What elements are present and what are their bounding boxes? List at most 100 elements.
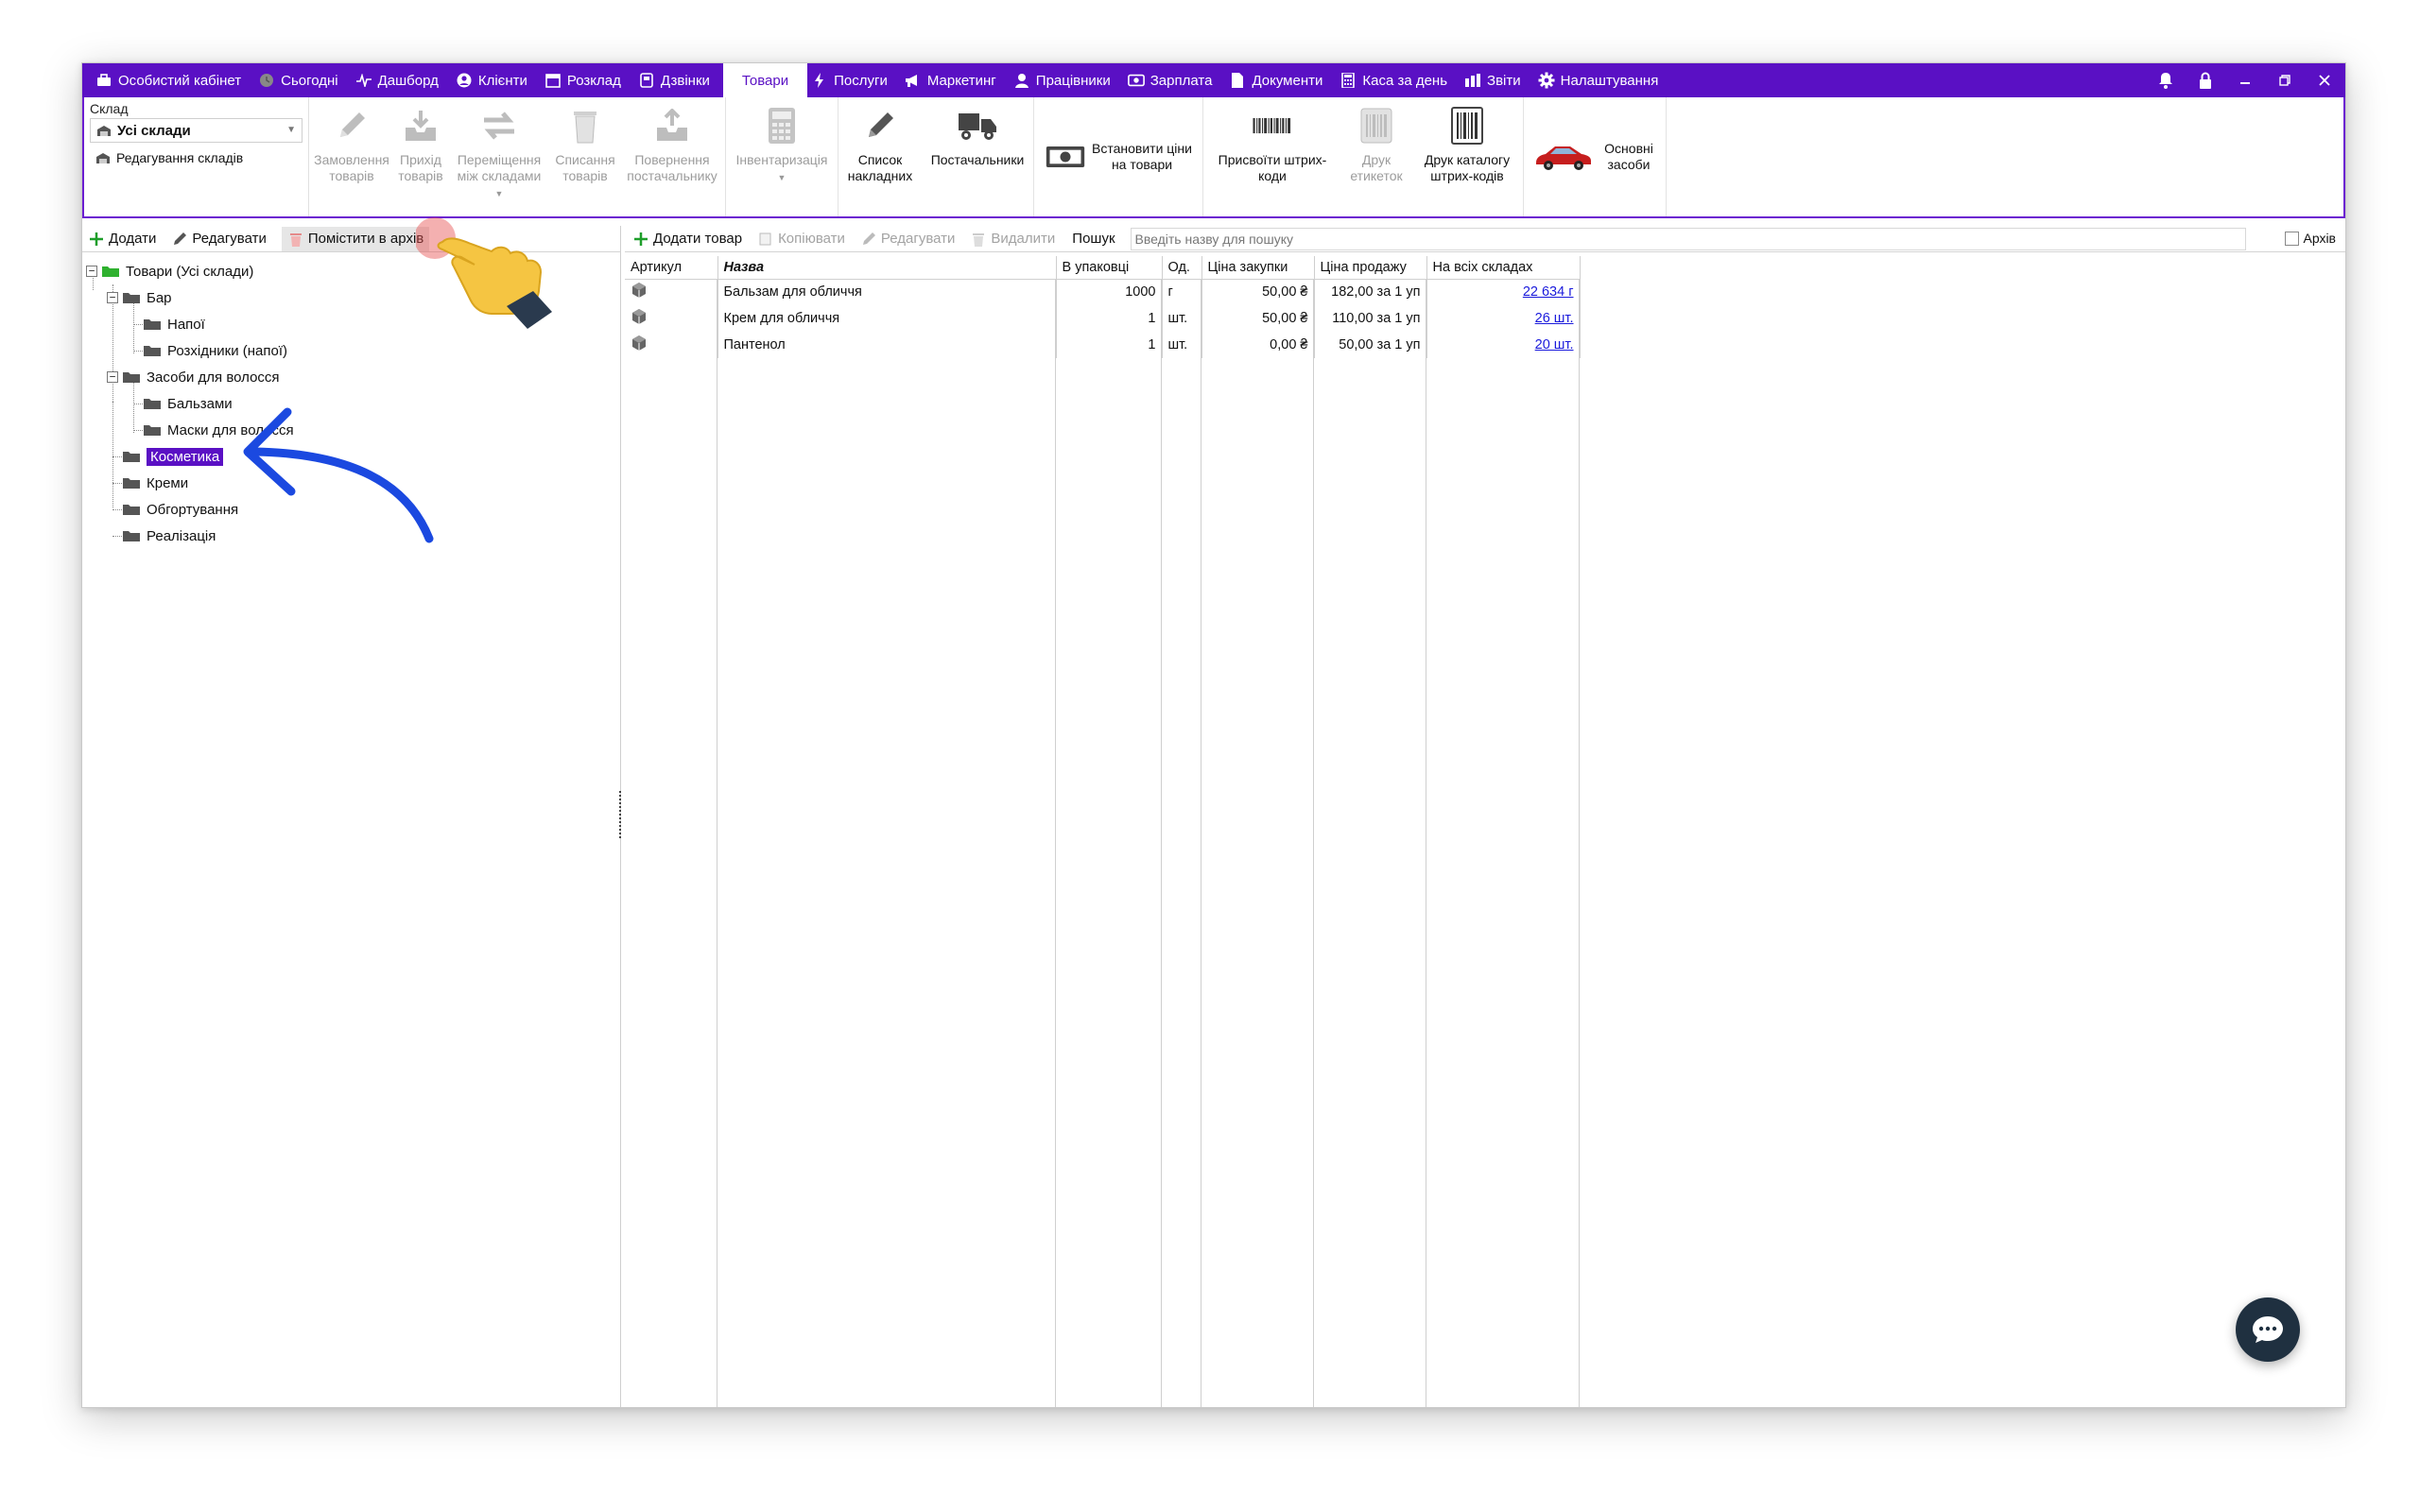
- bell-icon[interactable]: [2156, 71, 2175, 90]
- nav-settings[interactable]: Налаштування: [1534, 63, 1672, 97]
- column-header-pack[interactable]: В упаковці: [1056, 256, 1163, 280]
- nav-schedule[interactable]: Розклад: [541, 63, 634, 97]
- add-product-button[interactable]: Додати товар: [632, 231, 742, 248]
- transfer-between-warehouses-button[interactable]: Переміщення між складами ▼: [447, 97, 551, 216]
- collapse-toggle[interactable]: −: [86, 266, 97, 277]
- nav-products[interactable]: Товари: [722, 63, 808, 97]
- product-stock-link[interactable]: 20 шт.: [1426, 332, 1581, 358]
- tree-node-label: Засоби для волосся: [147, 369, 280, 386]
- table-row[interactable]: Пантенол 1 шт. 0,00 ₴ 50,00 за 1 уп 20 ш…: [625, 332, 1581, 358]
- tree-node-drinks-consumables[interactable]: Розхідники (напої): [82, 337, 620, 364]
- add-category-button[interactable]: Додати: [88, 231, 156, 248]
- column-header-sale-price[interactable]: Ціна продажу: [1314, 256, 1427, 280]
- tree-node-hair-products[interactable]: − Засоби для волосся: [82, 364, 620, 390]
- column-header-sku[interactable]: Артикул: [625, 256, 718, 280]
- archive-category-button[interactable]: Помістити в архів: [281, 226, 430, 251]
- receipt-products-button[interactable]: Прихід товарів: [394, 97, 447, 216]
- edit-category-button[interactable]: Редагувати: [171, 231, 267, 248]
- return-to-supplier-button[interactable]: Повернення постачальнику: [619, 97, 725, 216]
- copy-product-button[interactable]: Копіювати: [757, 231, 845, 248]
- warehouse-icon: [97, 126, 111, 136]
- table-row[interactable]: Бальзам для обличчя 1000 г 50,00 ₴ 182,0…: [625, 279, 1581, 305]
- barcode-icon: [1252, 105, 1293, 146]
- nav-marketing[interactable]: Маркетинг: [901, 63, 1010, 97]
- clock-icon: [258, 72, 275, 89]
- delete-product-button[interactable]: Видалити: [970, 231, 1055, 248]
- invoice-list-label: Список накладних: [847, 152, 913, 183]
- assign-barcodes-button[interactable]: Присвоїти штрих-коди: [1203, 97, 1341, 216]
- nav-cash-day[interactable]: Каса за день: [1336, 63, 1461, 97]
- tree-node-label: Реалізація: [147, 527, 216, 544]
- restore-icon[interactable]: [2275, 71, 2294, 90]
- close-icon[interactable]: [2315, 71, 2334, 90]
- chat-bubble-icon: [2253, 1316, 2283, 1343]
- warehouse-select[interactable]: Усі склади ▼: [90, 118, 302, 143]
- archive-checkbox[interactable]: Архів: [2285, 231, 2336, 246]
- nav-documents[interactable]: Документи: [1225, 63, 1336, 97]
- column-header-unit[interactable]: Од.: [1162, 256, 1202, 280]
- product-stock-link[interactable]: 22 634 г: [1426, 279, 1581, 305]
- print-barcode-catalog-button[interactable]: Друк каталогу штрих-кодів: [1411, 97, 1523, 216]
- lock-icon[interactable]: [2196, 71, 2215, 90]
- set-prices-label: Встановити ціни на товари: [1092, 141, 1192, 172]
- writeoff-products-button[interactable]: Списання товарів: [551, 97, 619, 216]
- folder-icon: [123, 478, 140, 489]
- pointing-hand-icon: [416, 217, 552, 329]
- label-icon: [1356, 105, 1397, 146]
- collapse-toggle[interactable]: −: [107, 371, 118, 383]
- nav-clients[interactable]: Клієнти: [452, 63, 541, 97]
- print-labels-button[interactable]: Друк етикеток: [1341, 97, 1411, 216]
- inbox-download-icon: [400, 105, 441, 146]
- inventory-button[interactable]: Інвентаризація ▼: [726, 97, 838, 216]
- writeoff-label: Списання товарів: [555, 152, 615, 183]
- nav-dashboard[interactable]: Дашборд: [352, 63, 452, 97]
- product-stock-link[interactable]: 26 шт.: [1426, 305, 1581, 332]
- nav-salary[interactable]: Зарплата: [1124, 63, 1226, 97]
- search-input[interactable]: [1130, 227, 2246, 250]
- nav-label: Налаштування: [1560, 72, 1659, 89]
- order-products-button[interactable]: Замовлення товарів: [309, 97, 394, 216]
- set-prices-button[interactable]: Встановити ціни на товари: [1034, 97, 1202, 216]
- edit-product-label: Редагувати: [880, 231, 956, 247]
- minimize-icon[interactable]: [2236, 71, 2255, 90]
- warehouse-label: Склад: [90, 101, 129, 116]
- edit-product-button[interactable]: Редагувати: [860, 231, 956, 248]
- column-header-name[interactable]: Назва: [717, 256, 1057, 280]
- transfer-arrows-icon: [478, 105, 520, 146]
- nav-today[interactable]: Сьогодні: [254, 63, 352, 97]
- nav-services[interactable]: Послуги: [807, 63, 901, 97]
- warehouse-value: Усі склади: [117, 122, 191, 139]
- folder-icon: [144, 399, 161, 409]
- nav-calls[interactable]: Дзвінки: [634, 63, 723, 97]
- person-icon: [1013, 72, 1030, 89]
- delete-product-label: Видалити: [991, 231, 1056, 247]
- copy-icon: [757, 231, 774, 248]
- tree-node-label: Розхідники (напої): [167, 342, 288, 359]
- money-icon: [1127, 72, 1145, 89]
- product-pack: 1: [1056, 305, 1163, 332]
- product-purchase-price: 50,00 ₴: [1201, 279, 1315, 305]
- nav-label: Товари: [741, 72, 789, 89]
- edit-warehouses-link[interactable]: Редагування складів: [90, 150, 302, 165]
- product-sale-price: 50,00 за 1 уп: [1314, 332, 1427, 358]
- suppliers-button[interactable]: Постачальники: [922, 97, 1033, 216]
- nav-label: Дзвінки: [660, 72, 710, 89]
- nav-employees[interactable]: Працівники: [1010, 63, 1124, 97]
- column-header-stock[interactable]: На всіх складах: [1426, 256, 1581, 280]
- product-unit: г: [1162, 279, 1202, 305]
- archive-category-label: Помістити в архів: [307, 231, 424, 247]
- fixed-assets-button[interactable]: Основні засоби: [1524, 97, 1666, 216]
- nav-label: Маркетинг: [926, 72, 996, 89]
- nav-personal-cabinet[interactable]: Особистий кабінет: [92, 63, 254, 97]
- table-row[interactable]: Крем для обличчя 1 шт. 50,00 ₴ 110,00 за…: [625, 305, 1581, 332]
- tree-node-label: Бальзами: [167, 395, 233, 412]
- checkbox-box[interactable]: [2285, 231, 2300, 246]
- invoice-list-button[interactable]: Список накладних: [838, 97, 922, 216]
- nav-reports[interactable]: Звіти: [1461, 63, 1534, 97]
- column-header-purchase-price[interactable]: Ціна закупки: [1201, 256, 1315, 280]
- panel-splitter[interactable]: [619, 791, 623, 838]
- chat-button[interactable]: [2236, 1297, 2300, 1362]
- collapse-toggle[interactable]: −: [107, 292, 118, 303]
- product-pack: 1000: [1056, 279, 1163, 305]
- trash-icon: [287, 231, 304, 248]
